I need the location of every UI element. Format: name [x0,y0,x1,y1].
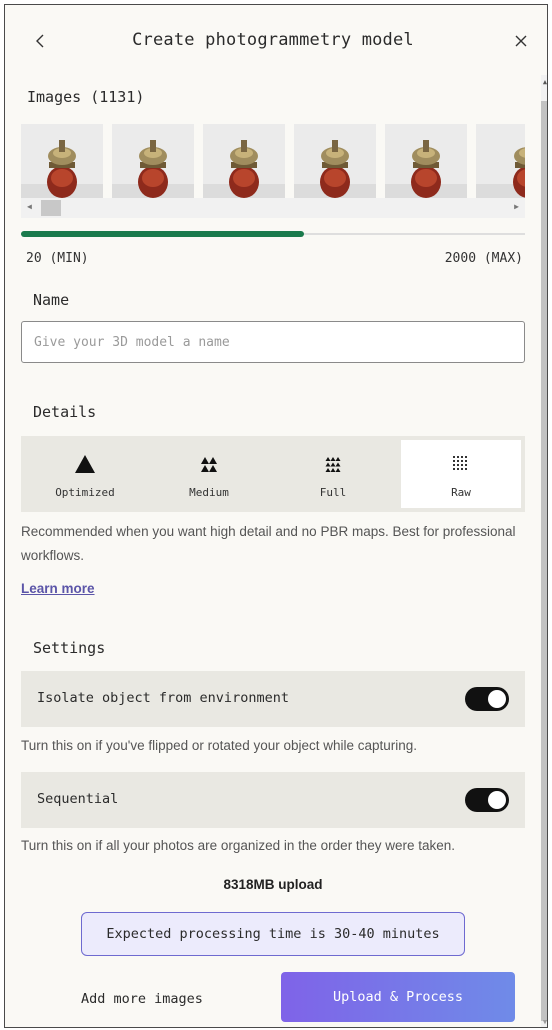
photogrammetry-dialog: Create photogrammetry model ▲ ▼ Images (… [4,4,548,1028]
detail-level-selector: Optimized Medium Full Raw [21,436,525,512]
sequential-label: Sequential [37,791,119,807]
chevron-left-icon [36,34,44,48]
scroll-left-arrow-icon[interactable]: ◀ [27,202,32,211]
range-max-label: 2000 (MAX) [444,251,523,266]
figurine-photo [203,124,285,198]
sequential-help: Turn this on if all your photos are orga… [21,838,455,853]
add-more-images-button[interactable]: Add more images [81,991,203,1007]
dot-grid-icon [453,456,467,470]
toggle-knob [488,690,506,708]
close-button[interactable] [511,31,531,51]
image-thumbnail[interactable] [385,124,467,198]
detail-option-label: Full [319,486,347,499]
name-section-label: Name [33,291,70,309]
image-thumbnail[interactable] [21,124,103,198]
figurine-photo [112,124,194,198]
upload-size-label: 8318MB upload [223,877,323,892]
processing-time-notice: Expected processing time is 30-40 minute… [81,912,465,956]
figurine-photo [476,124,525,198]
image-count-range [21,231,525,237]
scroll-down-arrow-icon[interactable]: ▼ [541,1017,547,1027]
thumbnail-scrollbar[interactable]: ◀ ▶ [21,198,525,218]
image-count-range-fill [21,231,304,237]
thumbnail-scroll-thumb[interactable] [41,200,61,216]
sequential-setting: Sequential [21,772,525,828]
detail-option-raw[interactable]: Raw [401,440,521,508]
triangle-grid-2x2-icon [201,457,217,472]
range-min-label: 20 (MIN) [26,251,89,266]
detail-option-label: Raw [451,486,471,499]
image-thumbnail[interactable] [294,124,376,198]
detail-option-label: Medium [189,486,229,499]
figurine-photo [294,124,376,198]
triangle-single-icon [75,455,95,473]
detail-option-label: Optimized [55,486,115,499]
scroll-up-arrow-icon[interactable]: ▲ [541,77,547,87]
learn-more-link[interactable]: Learn more [21,581,95,596]
image-thumbnail[interactable] [112,124,194,198]
detail-option-full[interactable]: Full [273,440,393,508]
isolate-object-label: Isolate object from environment [37,690,289,706]
image-thumbnail[interactable] [203,124,285,198]
scroll-thumb[interactable] [541,101,547,1021]
images-count-label: Images (1131) [27,88,145,106]
close-icon [515,35,527,47]
detail-option-medium[interactable]: Medium [149,440,269,508]
isolate-object-setting: Isolate object from environment [21,671,525,727]
upload-and-process-button[interactable]: Upload & Process [281,972,515,1022]
sequential-toggle[interactable] [465,788,509,812]
detail-description: Recommended when you want high detail an… [21,524,516,563]
model-name-input[interactable] [21,321,525,363]
details-section-label: Details [33,403,97,421]
dialog-header: Create photogrammetry model [5,5,541,75]
image-thumbnail[interactable] [476,124,525,198]
dialog-title: Create photogrammetry model [132,30,414,50]
triangle-grid-3x3-icon [325,457,341,472]
image-thumbnail-strip[interactable] [21,124,525,198]
detail-option-optimized[interactable]: Optimized [25,440,145,508]
figurine-photo [21,124,103,198]
isolate-object-help: Turn this on if you've flipped or rotate… [21,738,418,753]
back-button[interactable] [31,31,51,51]
vertical-scrollbar[interactable]: ▲ ▼ [541,75,547,1027]
toggle-knob [488,791,506,809]
figurine-photo [385,124,467,198]
settings-section-label: Settings [33,639,106,657]
isolate-object-toggle[interactable] [465,687,509,711]
scroll-right-arrow-icon[interactable]: ▶ [514,202,519,211]
